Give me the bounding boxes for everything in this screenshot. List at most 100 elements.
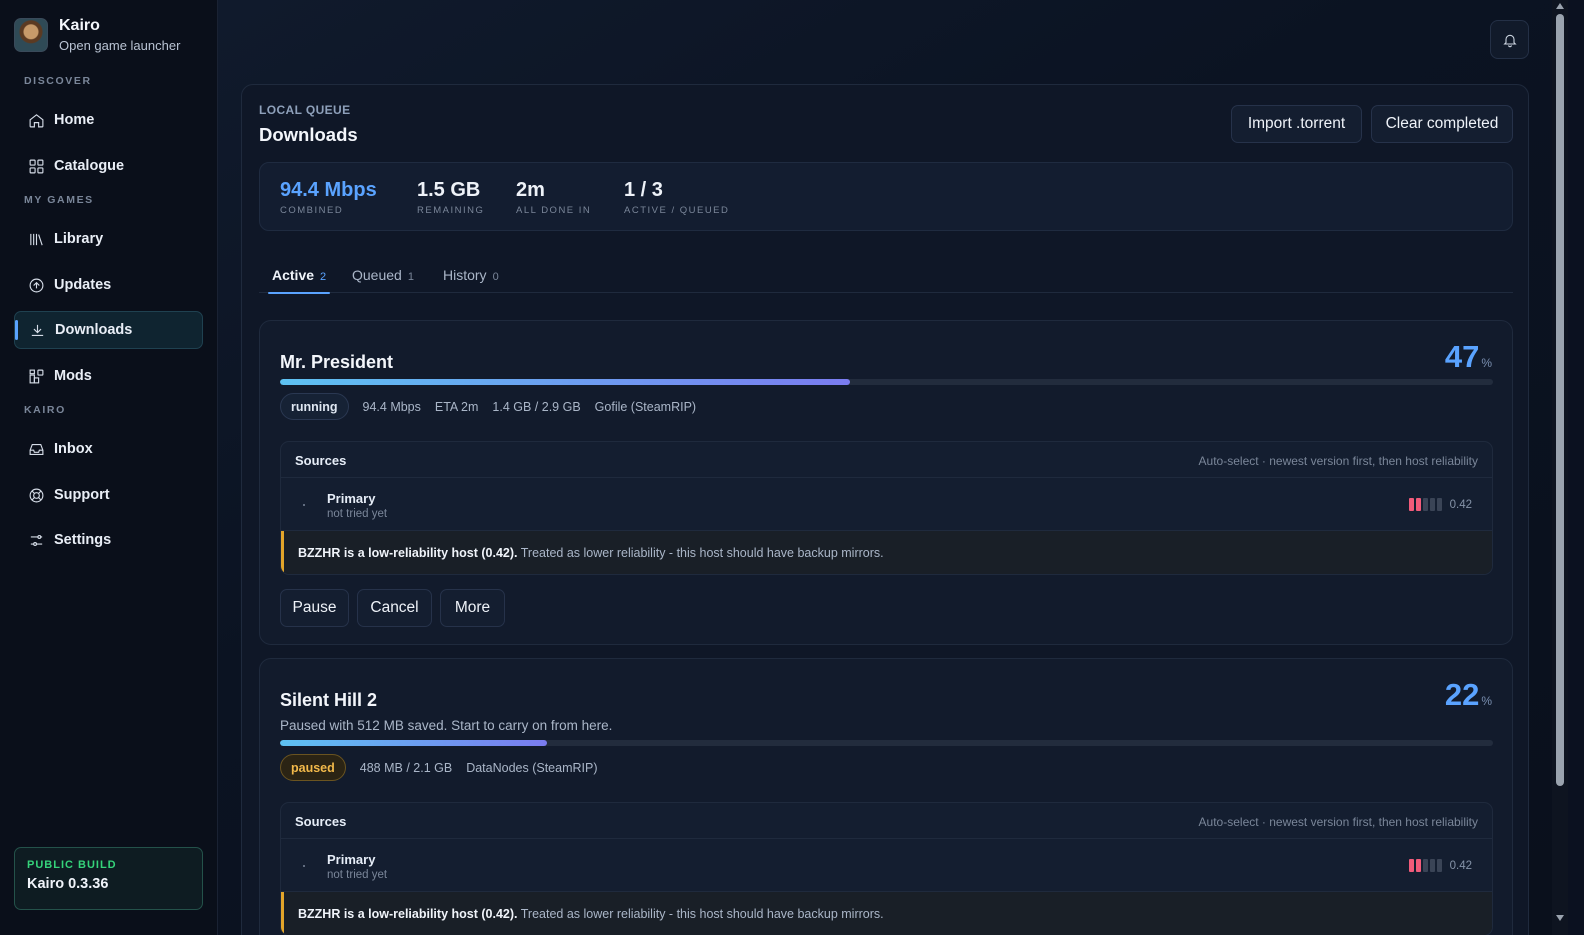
sidebar-item-label: Library — [54, 231, 104, 247]
reliability-meter: 0.42 — [1408, 859, 1472, 872]
reliability-meter: 0.42 — [1408, 498, 1472, 511]
percent-symbol: % — [1481, 694, 1492, 708]
brand-name: Kairo — [59, 17, 100, 34]
scrollbar[interactable] — [1552, 0, 1568, 935]
scroll-down-icon[interactable] — [1556, 915, 1564, 921]
download-card: Mr. President 47% running 94.4 Mbps ETA … — [259, 320, 1513, 645]
sources-panel: Sources Auto-select · newest version fir… — [280, 802, 1493, 935]
sources-title: Sources — [295, 453, 347, 468]
progress-bar — [280, 379, 1493, 385]
stat-active-queued: 1 / 3 ACTIVE / QUEUED — [624, 179, 729, 216]
stat-label: COMBINED — [280, 205, 344, 216]
page-title: Downloads — [259, 124, 358, 145]
reliability-bar — [1422, 498, 1428, 511]
lifebuoy-icon — [29, 488, 44, 502]
brand[interactable]: Kairo Open game launcher — [14, 17, 180, 53]
downloads-panel: LOCAL QUEUE Downloads Import .torrent Cl… — [241, 84, 1529, 935]
pause-button[interactable]: Pause — [280, 589, 349, 627]
download-meta: paused 488 MB / 2.1 GB DataNodes (SteamR… — [280, 754, 612, 781]
percent-symbol: % — [1481, 356, 1492, 370]
arrow-up-circle-icon — [29, 278, 44, 292]
tab-history[interactable]: History 0 — [443, 267, 499, 293]
grid-icon — [29, 159, 44, 173]
stat-label: REMAINING — [417, 205, 485, 216]
build-label: PUBLIC BUILD — [27, 859, 117, 871]
sidebar-item-mods[interactable]: Mods — [14, 357, 203, 395]
sidebar-item-label: Settings — [54, 532, 112, 548]
tab-active[interactable]: Active 2 — [267, 267, 331, 294]
source-name: Primary — [327, 852, 376, 867]
scroll-thumb[interactable] — [1556, 14, 1564, 786]
download-icon — [31, 324, 44, 336]
reliability-bar — [1415, 498, 1421, 511]
sidebar-item-label: Inbox — [54, 441, 93, 457]
reliability-value: 0.42 — [1449, 498, 1472, 511]
tab-label: Active — [272, 267, 315, 283]
status-badge: running — [280, 393, 349, 420]
progress-bar — [280, 740, 1493, 746]
tab-label: History — [443, 267, 487, 283]
sidebar-item-label: Updates — [54, 277, 112, 293]
stat-value: 94.4 Mbps — [280, 179, 377, 201]
reliability-bar — [1429, 498, 1435, 511]
home-icon — [29, 113, 44, 127]
stat-label: ACTIVE / QUEUED — [624, 205, 730, 216]
sidebar-item-label: Downloads — [55, 322, 133, 338]
source-name: Primary — [327, 491, 376, 506]
source-dot — [303, 865, 305, 867]
reliability-bar — [1436, 498, 1442, 511]
sidebar-item-library[interactable]: Library — [14, 220, 203, 258]
sidebar-item-updates[interactable]: Updates — [14, 266, 203, 304]
main-content: LOCAL QUEUE Downloads Import .torrent Cl… — [218, 0, 1552, 935]
sidebar-item-home[interactable]: Home — [14, 101, 203, 139]
tab-label: Queued — [352, 267, 402, 283]
source-row[interactable]: Primary not tried yet 0.42 — [281, 478, 1492, 531]
scroll-up-icon[interactable] — [1556, 3, 1564, 9]
tab-count: 1 — [407, 271, 414, 283]
sources-hint: Auto-select · newest version first, then… — [1198, 454, 1478, 468]
reliability-bar — [1429, 859, 1435, 872]
download-title: Mr. President — [280, 352, 394, 372]
brand-subtitle: Open game launcher — [59, 38, 181, 53]
sidebar-item-label: Mods — [54, 368, 92, 384]
sidebar-item-catalogue[interactable]: Catalogue — [14, 147, 203, 185]
sidebar-item-inbox[interactable]: Inbox — [14, 430, 203, 468]
stat-all-done-in: 2m ALL DONE IN — [516, 179, 591, 216]
sidebar-item-label: Catalogue — [54, 158, 125, 174]
stat-combined: 94.4 Mbps COMBINED — [280, 179, 377, 216]
section-label-kairo: KAIRO — [24, 404, 66, 416]
sources-title: Sources — [295, 814, 347, 829]
import-torrent-button[interactable]: Import .torrent — [1231, 105, 1362, 143]
sidebar-item-settings[interactable]: Settings — [14, 521, 203, 559]
notifications-button[interactable] — [1490, 20, 1529, 59]
source-row[interactable]: Primary not tried yet 0.42 — [281, 839, 1492, 892]
sidebar-item-label: Home — [54, 112, 95, 128]
stat-label: ALL DONE IN — [516, 205, 592, 216]
tab-count: 0 — [492, 271, 499, 283]
source-status: not tried yet — [327, 869, 388, 881]
percent-value: 22 — [1444, 677, 1480, 712]
download-percent: 47% — [1445, 339, 1492, 375]
stats-bar: 94.4 Mbps COMBINED 1.5 GB REMAINING 2m A… — [259, 162, 1513, 231]
reliability-bar — [1415, 859, 1421, 872]
sidebar-item-support[interactable]: Support — [14, 476, 203, 514]
more-button[interactable]: More — [440, 589, 505, 627]
reliability-bar — [1408, 859, 1414, 872]
tab-queued[interactable]: Queued 1 — [352, 267, 414, 293]
warning-banner: BZZHR is a low-reliability host (0.42). … — [281, 531, 1492, 574]
sources-panel: Sources Auto-select · newest version fir… — [280, 441, 1493, 575]
download-size: 1.4 GB / 2.9 GB — [492, 399, 581, 414]
source-status: not tried yet — [327, 508, 388, 520]
section-label-discover: DISCOVER — [24, 75, 92, 87]
sidebar-item-downloads[interactable]: Downloads — [14, 311, 203, 349]
download-tabs: Active 2 Queued 1 History 0 — [259, 261, 1513, 294]
reliability-bar — [1408, 498, 1414, 511]
cancel-button[interactable]: Cancel — [357, 589, 432, 627]
tab-count: 2 — [320, 271, 327, 283]
warning-banner: BZZHR is a low-reliability host (0.42). … — [281, 892, 1492, 935]
sidebar-item-label: Support — [54, 487, 110, 503]
progress-fill — [280, 740, 547, 746]
download-speed: 94.4 Mbps — [362, 399, 421, 414]
clear-completed-button[interactable]: Clear completed — [1371, 105, 1513, 143]
source-dot — [303, 504, 305, 506]
